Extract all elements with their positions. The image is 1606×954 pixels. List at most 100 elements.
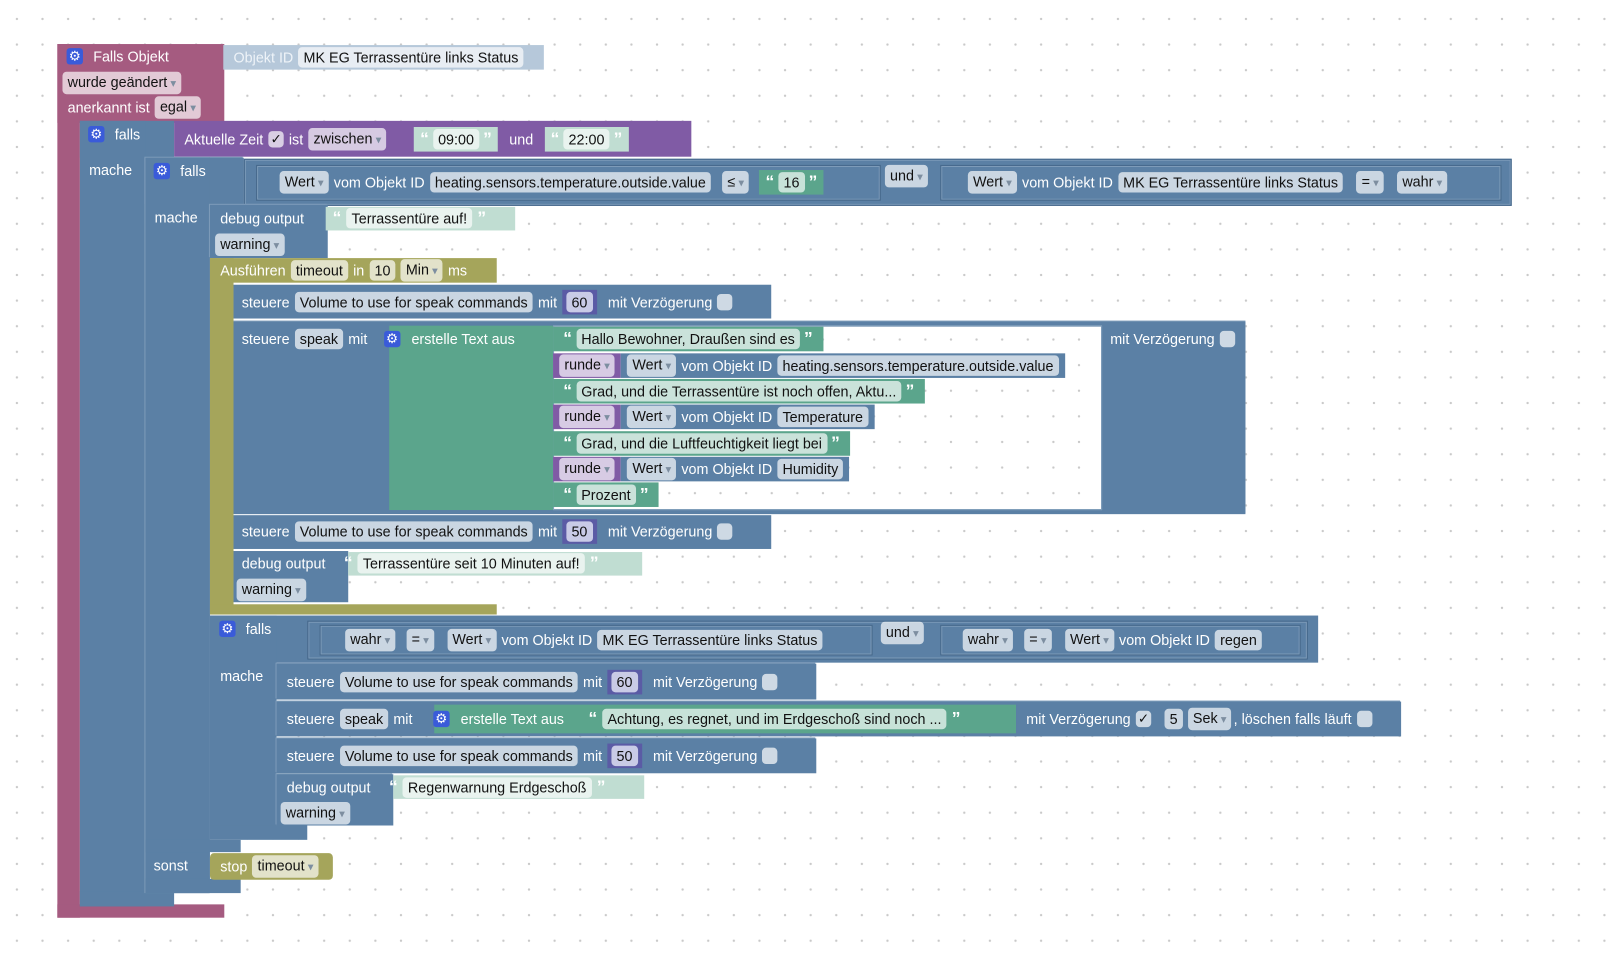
object-id-field[interactable]: heating.sensors.temperature.outside.valu… xyxy=(429,172,712,193)
attr-dropdown[interactable]: Wert xyxy=(1064,628,1114,652)
object-id-field[interactable]: regen xyxy=(1215,629,1262,651)
join-part-text[interactable]: Prozent xyxy=(553,482,659,507)
bool-dropdown[interactable]: wahr xyxy=(345,628,396,652)
text-join-block[interactable] xyxy=(389,325,554,511)
if-block-rain-bottom xyxy=(209,825,308,840)
debug-text-field[interactable]: Terrassentüre seit 10 Minuten auf! xyxy=(357,553,585,574)
number-field[interactable]: 50 xyxy=(611,745,638,767)
debug-text-field[interactable]: Terrassentüre auf! xyxy=(346,207,473,229)
object-id-field[interactable]: MK EG Terrassentüre links Status xyxy=(298,47,524,68)
object-id-field[interactable]: Temperature xyxy=(777,406,869,428)
attr-dropdown[interactable]: Wert xyxy=(627,457,677,481)
time-checkbox[interactable]: ✓ xyxy=(268,131,284,148)
state-value-block[interactable]: Wertvom Objekt IDheating.sensors.tempera… xyxy=(621,353,1065,378)
delay-checkbox[interactable] xyxy=(762,747,778,765)
level-dropdown[interactable]: warning xyxy=(236,578,306,602)
and-dropdown[interactable]: und xyxy=(884,164,928,188)
gear-icon[interactable]: ⚙ xyxy=(219,620,236,638)
timeout-unit-dropdown[interactable]: Min xyxy=(400,259,443,282)
of-object-label: vom Objekt ID xyxy=(1119,631,1210,649)
if-block-temp-spine xyxy=(145,157,210,894)
attr-dropdown[interactable]: Wert xyxy=(447,628,497,652)
compare-op-dropdown[interactable]: = xyxy=(1024,628,1052,652)
state-field[interactable]: Volume to use for speak commands xyxy=(339,671,578,693)
number-block[interactable]: 50 xyxy=(607,743,642,769)
object-id-field[interactable]: MK EG Terrassentüre links Status xyxy=(597,629,823,651)
compare-op-dropdown[interactable]: = xyxy=(1356,171,1384,194)
attr-dropdown[interactable]: Wert xyxy=(279,171,329,194)
compare-op-dropdown[interactable]: ≤ xyxy=(722,171,750,194)
delay-checkbox[interactable]: ✓ xyxy=(1135,710,1152,728)
with-label: mit xyxy=(583,747,603,765)
ack-dropdown[interactable]: egal xyxy=(154,96,201,119)
state-value-block[interactable]: Wertvom Objekt IDHumidity xyxy=(621,456,850,482)
gear-icon[interactable]: ⚙ xyxy=(88,125,105,143)
state-field[interactable]: Volume to use for speak commands xyxy=(294,291,533,313)
number-block[interactable]: 60 xyxy=(607,669,642,695)
time-to-field[interactable]: 22:00 xyxy=(563,129,610,150)
state-field[interactable]: Volume to use for speak commands xyxy=(339,745,578,767)
timeout-dropdown[interactable]: timeout xyxy=(252,855,319,878)
object-id-field[interactable]: MK EG Terrassentüre links Status xyxy=(1118,172,1344,193)
state-value-block[interactable]: Wertvom Objekt IDTemperature xyxy=(621,404,875,430)
number-block[interactable]: 60 xyxy=(562,289,597,315)
gear-icon[interactable]: ⚙ xyxy=(153,162,171,180)
and-dropdown[interactable]: und xyxy=(880,621,924,645)
time-to-block[interactable]: 22:00 xyxy=(544,127,629,152)
round-block[interactable]: runde xyxy=(553,404,622,430)
number-field[interactable]: 50 xyxy=(566,521,593,542)
delay-checkbox[interactable] xyxy=(1219,330,1236,348)
round-block[interactable]: runde xyxy=(553,353,622,378)
state-field[interactable]: speak xyxy=(339,708,389,730)
join-part-text[interactable]: Hallo Bewohner, Draußen sind es xyxy=(553,326,824,352)
gear-icon[interactable]: ⚙ xyxy=(432,710,450,728)
text-field[interactable]: Hallo Bewohner, Draußen sind es xyxy=(576,328,800,350)
timeout-value-field[interactable]: 10 xyxy=(369,260,396,281)
round-dropdown[interactable]: runde xyxy=(559,354,615,377)
delay-checkbox[interactable] xyxy=(717,293,733,311)
blockly-workspace[interactable]: ⚙ Falls Objekt Objekt ID MK EG Terrassentü… xyxy=(0,0,1606,954)
gear-icon[interactable]: ⚙ xyxy=(383,330,401,348)
time-op-dropdown[interactable]: zwischen xyxy=(308,128,387,151)
clear-running-checkbox[interactable] xyxy=(1356,710,1373,728)
debug-text-field[interactable]: Regenwarnung Erdgeschoß xyxy=(402,777,592,798)
text-field[interactable]: Achtung, es regnet, und im Erdgeschoß si… xyxy=(602,708,947,730)
if-label: falls xyxy=(245,620,272,638)
text-field[interactable]: Grad, und die Terrassentüre ist noch off… xyxy=(576,381,902,402)
attr-dropdown[interactable]: Wert xyxy=(627,405,677,429)
delay-checkbox[interactable] xyxy=(762,673,778,691)
round-dropdown[interactable]: runde xyxy=(559,405,615,429)
event-dropdown[interactable]: wurde geändert xyxy=(62,71,182,95)
delay-unit-dropdown[interactable]: Sek xyxy=(1187,707,1232,731)
number-field[interactable]: 60 xyxy=(566,291,593,313)
with-label: mit xyxy=(348,330,368,348)
delay-checkbox[interactable] xyxy=(717,523,733,540)
attr-dropdown[interactable]: Wert xyxy=(627,354,677,377)
number-text-block[interactable]: 16 xyxy=(759,170,824,195)
level-dropdown[interactable]: warning xyxy=(280,801,350,825)
state-field[interactable]: speak xyxy=(294,328,344,350)
number-field[interactable]: 60 xyxy=(611,671,638,693)
value-field[interactable]: 16 xyxy=(778,172,805,193)
object-id-field[interactable]: Humidity xyxy=(777,458,844,480)
join-part-text[interactable]: Grad, und die Luftfeuchtigkeit liegt bei xyxy=(553,431,851,456)
state-field[interactable]: Volume to use for speak commands xyxy=(294,521,533,542)
bool-dropdown[interactable]: wahr xyxy=(1397,171,1448,194)
time-from-field[interactable]: 09:00 xyxy=(432,129,480,150)
object-id-field[interactable]: heating.sensors.temperature.outside.valu… xyxy=(777,355,1059,376)
delay-value-field[interactable]: 5 xyxy=(1164,708,1183,730)
gear-icon[interactable]: ⚙ xyxy=(66,48,83,65)
join-part-text[interactable]: Grad, und die Terrassentüre ist noch off… xyxy=(553,378,925,404)
round-block[interactable]: runde xyxy=(553,456,622,482)
attr-dropdown[interactable]: Wert xyxy=(967,171,1017,194)
compare-op-dropdown[interactable]: = xyxy=(406,628,434,652)
text-field[interactable]: Prozent xyxy=(576,484,636,505)
time-from-block[interactable]: 09:00 xyxy=(414,127,499,152)
round-dropdown[interactable]: runde xyxy=(559,457,615,481)
bool-dropdown[interactable]: wahr xyxy=(962,628,1013,652)
number-block[interactable]: 50 xyxy=(562,519,597,544)
level-dropdown[interactable]: warning xyxy=(215,233,285,257)
text-field[interactable]: Grad, und die Luftfeuchtigkeit liegt bei xyxy=(576,433,828,454)
timeout-name-field[interactable]: timeout xyxy=(290,260,348,281)
set-label: steuere xyxy=(286,747,335,765)
